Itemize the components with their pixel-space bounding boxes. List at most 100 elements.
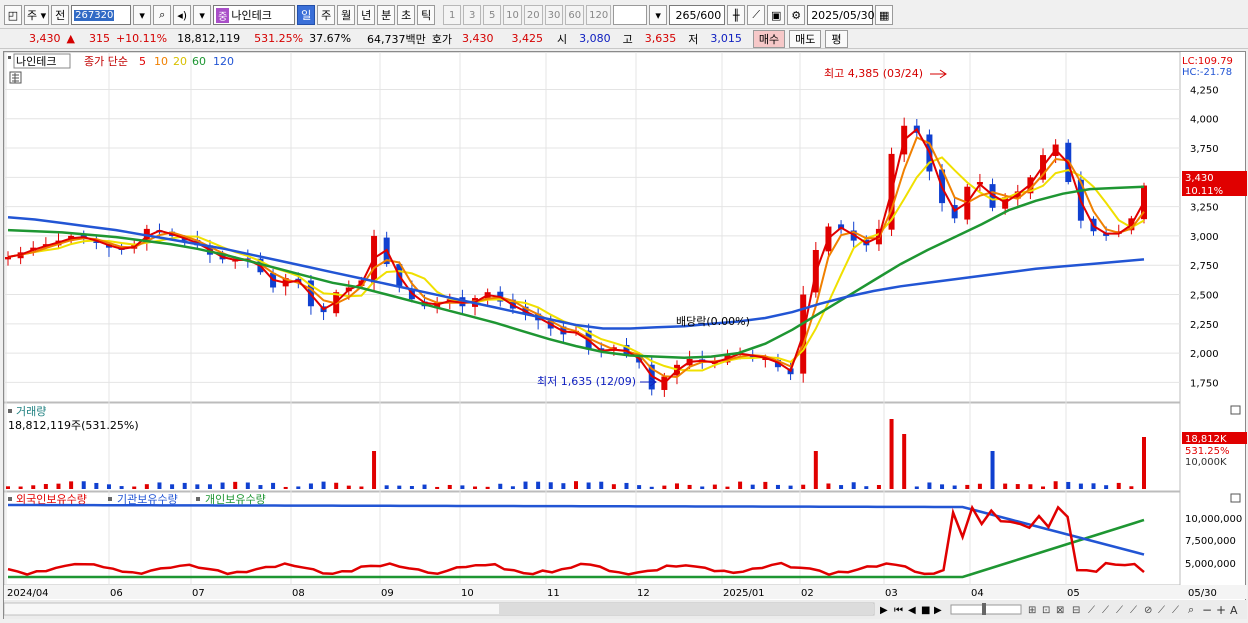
eval-button[interactable]: 평 — [825, 29, 848, 48]
quote-bar: 3,430 ▲ 315 +10.11% 18,812,119 531.25% 3… — [0, 28, 1248, 49]
volume-bar — [965, 484, 970, 489]
price-tick-label: 3,000 — [1190, 232, 1219, 243]
volume-bar — [927, 482, 932, 489]
tf-week-button[interactable]: 주 — [317, 5, 336, 25]
tool-icon-9[interactable]: ⊘ — [1144, 605, 1152, 616]
zoom-slider-handle[interactable] — [982, 603, 986, 615]
interval-120-button[interactable]: 120 — [586, 5, 612, 25]
interval-30-button[interactable]: 30 — [544, 5, 564, 25]
font-size-icon[interactable]: A — [1230, 604, 1238, 617]
tf-day-button[interactable]: 일 — [297, 5, 316, 25]
date-label: 07 — [192, 588, 205, 599]
price-tick-label: 2,750 — [1190, 261, 1219, 272]
draw-tool-icon[interactable]: ⟋ — [747, 5, 766, 25]
prev-button[interactable]: 전 — [51, 5, 70, 25]
quote-high-label: 고 — [622, 32, 633, 46]
volume-bar — [990, 451, 995, 489]
interval-combo-dropdown-icon[interactable]: ▾ — [649, 5, 668, 25]
buy-button[interactable]: 매수 — [752, 29, 786, 48]
quote-open: 3,080 — [579, 32, 611, 45]
tool-icon-5[interactable]: ⟋ — [1088, 605, 1095, 616]
tool-icon-3[interactable]: ⊠ — [1056, 605, 1064, 616]
date-label: 10 — [461, 588, 474, 599]
ma-legend-60: 60 — [192, 55, 206, 68]
tool-icon-11[interactable]: ⟋ — [1172, 605, 1179, 616]
tf-month-button[interactable]: 월 — [337, 5, 356, 25]
speaker-icon[interactable]: ◂) — [173, 5, 192, 25]
holdings-panel-close-icon[interactable] — [1230, 493, 1241, 503]
zoom-search-icon[interactable]: ⌕ — [1188, 603, 1194, 616]
scrollbar-thumb[interactable] — [499, 604, 874, 614]
volume-bar — [245, 482, 250, 489]
volume-bar — [43, 484, 48, 489]
volume-bar — [258, 485, 263, 489]
price-tick-label: 3,750 — [1190, 144, 1219, 155]
quote-volume-ratio: 531.25% — [254, 32, 304, 45]
tf-minute-button[interactable]: 분 — [377, 5, 396, 25]
interval-10-button[interactable]: 10 — [503, 5, 522, 25]
stock-name-field[interactable]: 중 나인테크 — [213, 5, 296, 25]
current-pct-label: 10.11% — [1185, 186, 1223, 197]
volume-bar — [460, 485, 465, 489]
speaker-dropdown-icon[interactable]: ▾ — [193, 5, 212, 25]
nav-prev-icon[interactable]: ◀ — [908, 605, 916, 616]
interval-1-button[interactable]: 1 — [443, 5, 462, 25]
volume-panel-frame — [3, 402, 1181, 492]
tool-icon-6[interactable]: ⟋ — [1102, 605, 1109, 616]
holdings-legend-individual: 개인보유수량 — [205, 493, 266, 506]
volume-bar — [31, 485, 36, 489]
zoom-out-icon[interactable]: − — [1202, 603, 1212, 617]
chart-area[interactable]: 나인테크 종가 단순 5 10 20 60 120 4,250 4,000 3,75… — [3, 51, 1247, 620]
tool-icon-4[interactable]: ⊟ — [1072, 605, 1080, 616]
zoom-in-icon[interactable]: + — [1216, 603, 1226, 617]
stock-code-input[interactable]: 267320 — [71, 5, 132, 25]
quote-open-label: 시 — [557, 32, 568, 46]
candle-type-icon[interactable]: ╫ — [727, 5, 746, 25]
volume-panel-close-icon[interactable] — [1230, 405, 1241, 415]
count-field[interactable]: 265/600 — [669, 5, 726, 25]
stock-chart[interactable]: 나인테크 종가 단순 5 10 20 60 120 4,250 4,000 3,75… — [3, 51, 1247, 620]
window-menu-icon[interactable]: ◰ — [4, 5, 22, 25]
volume-bar — [106, 484, 111, 489]
search-icon[interactable]: ⌕ — [153, 5, 172, 25]
date-label: 06 — [110, 588, 123, 599]
date-value: 2025/05/30 — [811, 8, 875, 22]
interval-20-button[interactable]: 20 — [523, 5, 543, 25]
nav-play-icon[interactable]: ▶ — [880, 605, 888, 616]
sell-button[interactable]: 매도 — [789, 29, 822, 48]
gear-icon[interactable]: ⚙ — [787, 5, 806, 25]
period-type-select[interactable]: 주 ▾ — [24, 5, 50, 25]
tool-icon-1[interactable]: ⊞ — [1028, 605, 1036, 616]
code-dropdown-icon[interactable]: ▾ — [133, 5, 152, 25]
interval-combo[interactable] — [613, 5, 648, 25]
date-label: 02 — [801, 588, 814, 599]
nav-first-icon[interactable]: ⏮ — [894, 605, 903, 616]
tool-icon-10[interactable]: ⟋ — [1158, 605, 1165, 616]
interval-5-button[interactable]: 5 — [483, 5, 502, 25]
calendar-icon[interactable]: ▦ — [875, 5, 894, 25]
volume-bar — [308, 483, 313, 489]
date-field[interactable]: 2025/05/30 — [807, 5, 875, 25]
interval-3-button[interactable]: 3 — [463, 5, 482, 25]
nav-stop-icon[interactable]: ■ — [921, 605, 930, 616]
tf-tick-button[interactable]: 틱 — [417, 5, 436, 25]
current-price-label: 3,430 — [1185, 173, 1214, 184]
volume-bar — [839, 485, 844, 489]
volume-bar — [485, 486, 490, 489]
volume-bar — [977, 483, 982, 489]
ma-legend-120: 120 — [213, 55, 234, 68]
tf-second-button[interactable]: 초 — [397, 5, 416, 25]
volume-bar — [1142, 437, 1146, 489]
tf-year-button[interactable]: 년 — [357, 5, 376, 25]
volume-bar — [712, 484, 717, 489]
quote-bid: 3,425 — [511, 32, 544, 45]
tool-icon-7[interactable]: ⟋ — [1116, 605, 1123, 616]
tool-icon-8[interactable]: ⟋ — [1130, 605, 1137, 616]
volume-bar — [397, 485, 402, 489]
interval-60-button[interactable]: 60 — [565, 5, 585, 25]
save-icon[interactable]: ▣ — [767, 5, 786, 25]
nav-next-icon[interactable]: ▶ — [934, 605, 942, 616]
volume-bar — [132, 486, 137, 489]
volume-bar — [611, 484, 616, 489]
tool-icon-2[interactable]: ⊡ — [1042, 605, 1050, 616]
